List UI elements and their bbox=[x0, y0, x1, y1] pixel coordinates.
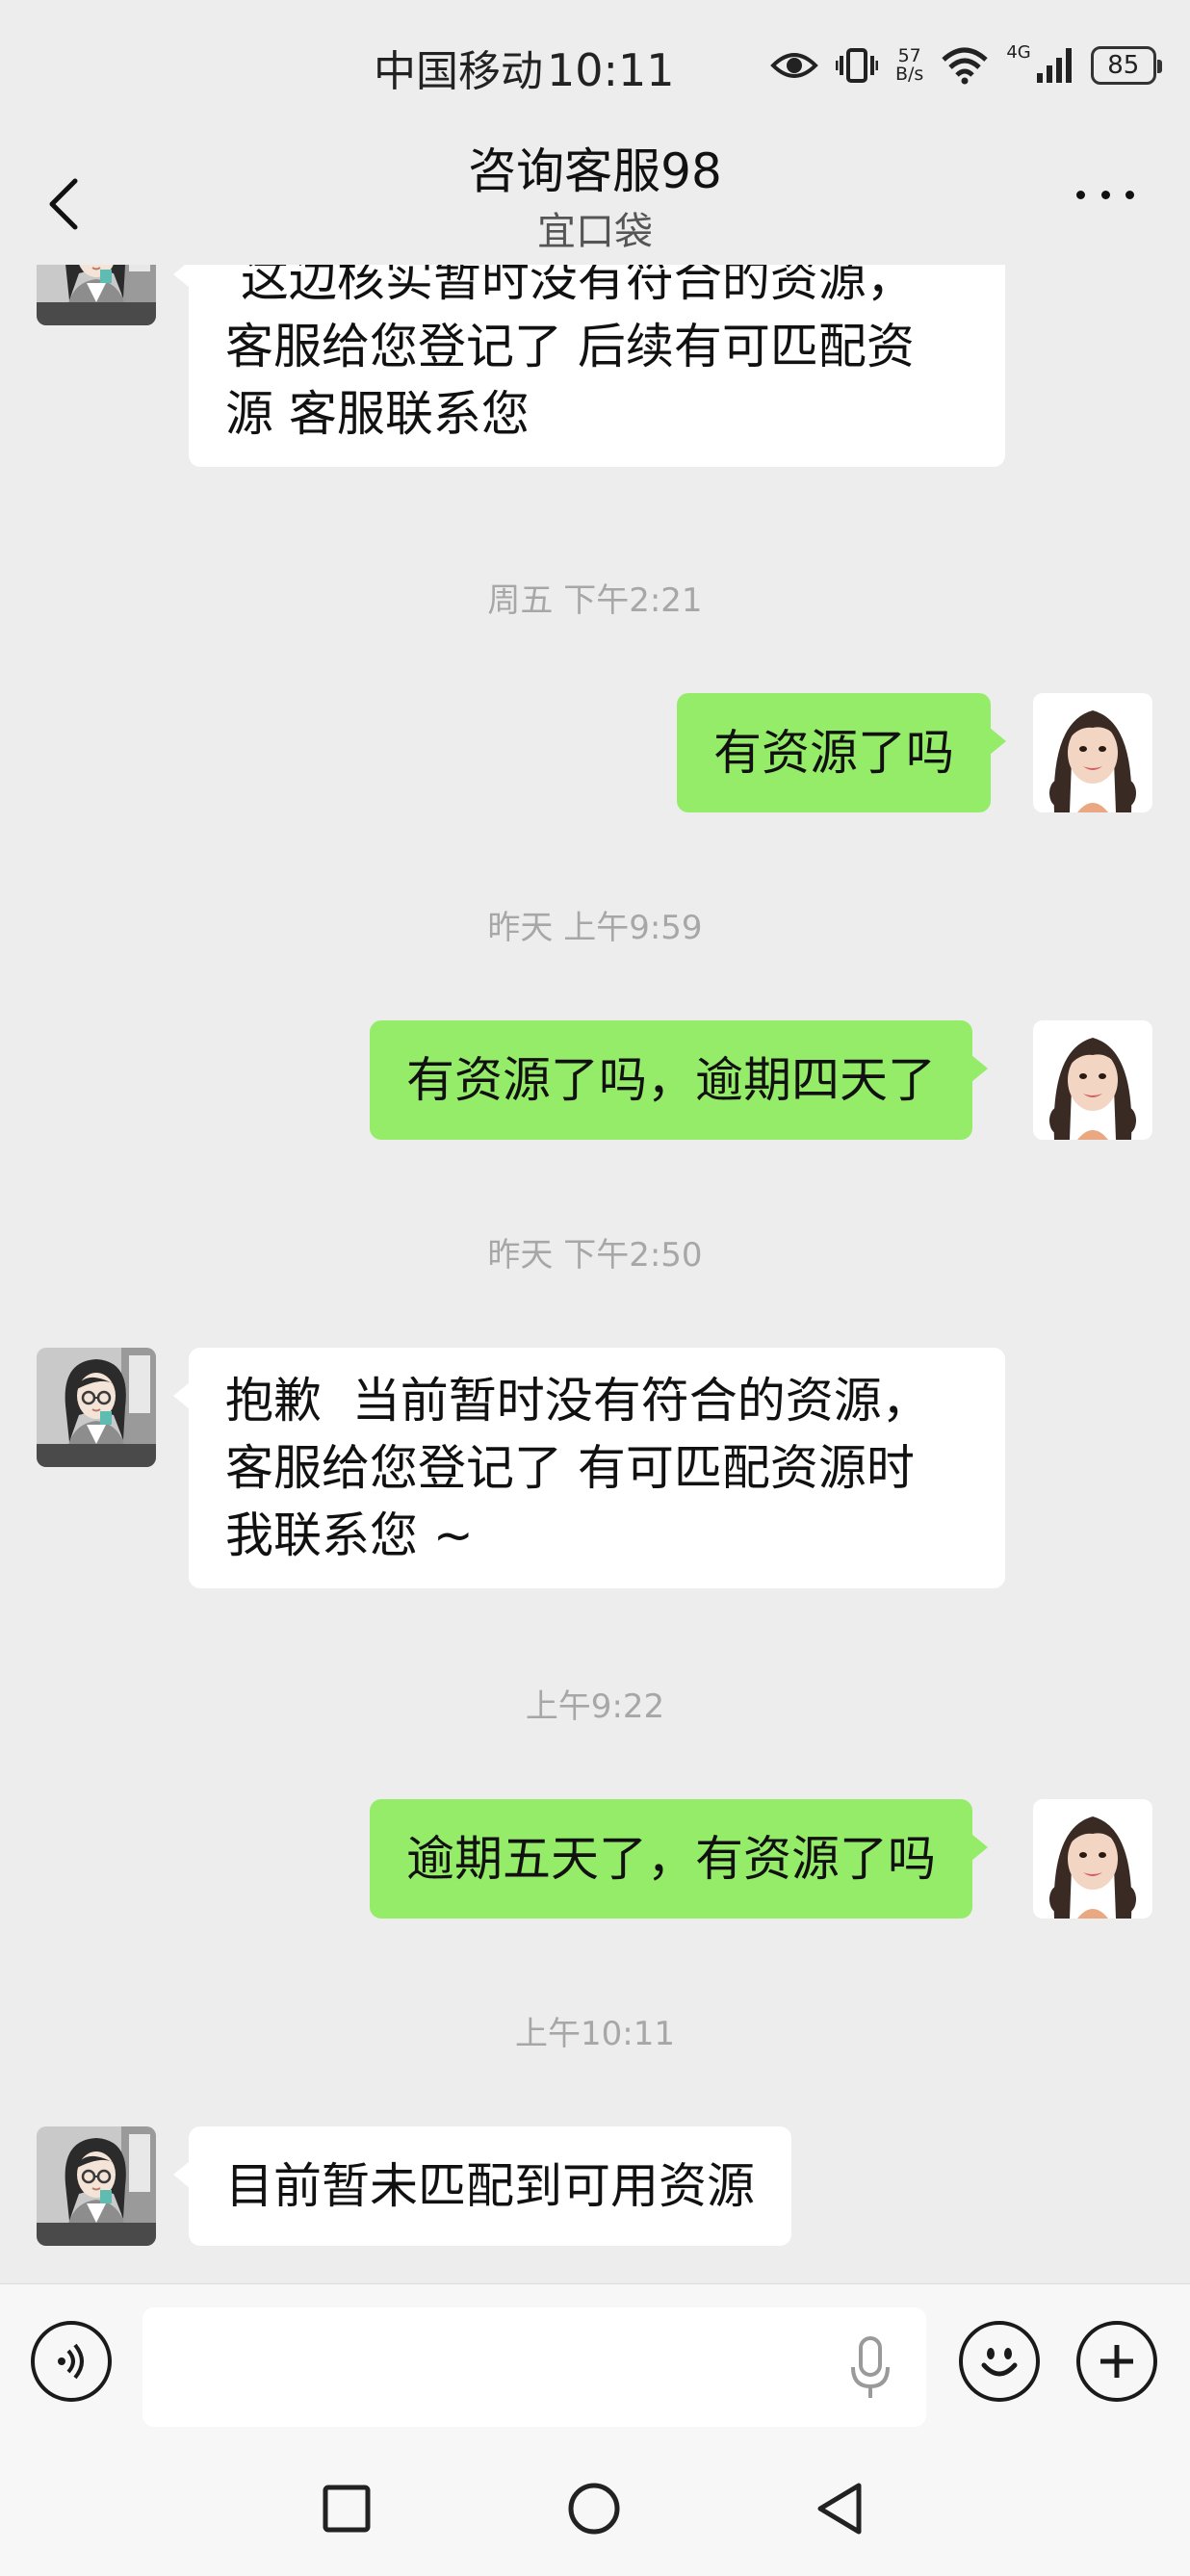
emoji-icon bbox=[981, 2348, 1018, 2377]
agent-avatar[interactable] bbox=[37, 1348, 156, 1467]
message-line: 抱歉 当前暂时没有符合的资源， bbox=[225, 1373, 930, 1429]
system-nav-bar bbox=[0, 2437, 1190, 2576]
message-bubble-incoming[interactable]: 抱歉 当前暂时没有符合的资源， 客服给您登记了 有可匹配资源时 我联系您 ~ bbox=[173, 1348, 1005, 1588]
message-timestamp: 上午10:11 bbox=[515, 2015, 675, 2053]
battery-level: 85 bbox=[1107, 51, 1140, 80]
status-carrier-time: 中国移动10:11 bbox=[374, 37, 675, 98]
chat-header: 咨询客服98 宜口袋 bbox=[0, 125, 1190, 260]
message-bubble-incoming[interactable]: 这边核实暂时没有符合的资源， 客服给您登记了 后续有可匹配资 源 客服联系您 bbox=[173, 265, 1005, 467]
more-icon bbox=[1076, 190, 1085, 199]
input-bar bbox=[0, 2283, 1190, 2437]
message-bubble-outgoing[interactable]: 有资源了吗，逾期四天了 bbox=[370, 1020, 988, 1140]
message-text: 逾期五天了，有资源了吗 bbox=[406, 1831, 936, 1887]
wifi-icon bbox=[942, 47, 989, 85]
message-text: 目前暂未匹配到可用资源 bbox=[225, 2158, 755, 2214]
voice-icon bbox=[58, 2343, 84, 2380]
plus-button[interactable] bbox=[1076, 2321, 1157, 2402]
net-speed-unit: B/s bbox=[895, 64, 924, 85]
mic-icon[interactable] bbox=[847, 2334, 893, 2402]
net-speed: 57 B/s bbox=[895, 47, 923, 84]
status-bar: 中国移动10:11 57 B/s 4G 85 bbox=[0, 0, 1190, 135]
signal-icon bbox=[1036, 48, 1072, 83]
chat-title: 咨询客服98 bbox=[468, 143, 722, 199]
message-text: 有资源了吗，逾期四天了 bbox=[406, 1052, 936, 1108]
user-avatar[interactable] bbox=[1033, 693, 1152, 812]
emoji-button[interactable] bbox=[959, 2321, 1040, 2402]
recents-square-icon[interactable] bbox=[316, 2478, 377, 2539]
clock: 10:11 bbox=[547, 44, 675, 96]
plus-icon bbox=[1100, 2345, 1133, 2378]
message-list[interactable]: 这边核实暂时没有符合的资源， 客服给您登记了 后续有可匹配资 源 客服联系您 周… bbox=[0, 265, 1190, 2281]
message-bubble-outgoing[interactable]: 逾期五天了，有资源了吗 bbox=[370, 1799, 988, 1919]
voice-toggle-button[interactable] bbox=[31, 2321, 112, 2402]
message-line: 这边核实暂时没有符合的资源， bbox=[225, 265, 915, 307]
eye-icon bbox=[770, 53, 818, 78]
message-input[interactable] bbox=[142, 2307, 926, 2427]
battery-icon: 85 bbox=[1090, 46, 1162, 85]
chat-subtitle: 宜口袋 bbox=[537, 210, 653, 254]
message-timestamp: 昨天 上午9:59 bbox=[487, 909, 703, 947]
message-line: 源 客服联系您 bbox=[225, 386, 530, 442]
message-line: 客服给您登记了 有可匹配资源时 bbox=[225, 1440, 915, 1496]
agent-avatar[interactable] bbox=[37, 265, 156, 325]
more-button[interactable] bbox=[1076, 185, 1134, 204]
agent-avatar[interactable] bbox=[37, 2126, 156, 2246]
message-timestamp: 周五 下午2:21 bbox=[487, 581, 703, 620]
user-avatar[interactable] bbox=[1033, 1020, 1152, 1140]
message-line: 我联系您 ~ bbox=[225, 1507, 474, 1563]
status-icons: 57 B/s 4G 85 bbox=[770, 39, 1162, 92]
back-triangle-icon[interactable] bbox=[811, 2478, 872, 2539]
message-line: 客服给您登记了 后续有可匹配资 bbox=[225, 319, 915, 374]
user-avatar[interactable] bbox=[1033, 1799, 1152, 1919]
message-text: 有资源了吗 bbox=[713, 725, 954, 781]
message-timestamp: 上午9:22 bbox=[525, 1687, 665, 1726]
message-bubble-outgoing[interactable]: 有资源了吗 bbox=[677, 693, 1006, 812]
network-gen-label: 4G bbox=[1006, 41, 1031, 63]
carrier-label: 中国移动 bbox=[374, 47, 543, 96]
vibrate-icon bbox=[836, 48, 878, 83]
home-circle-icon[interactable] bbox=[563, 2478, 625, 2539]
message-timestamp: 昨天 下午2:50 bbox=[487, 1236, 703, 1275]
message-bubble-incoming[interactable]: 目前暂未匹配到可用资源 bbox=[173, 2126, 791, 2246]
